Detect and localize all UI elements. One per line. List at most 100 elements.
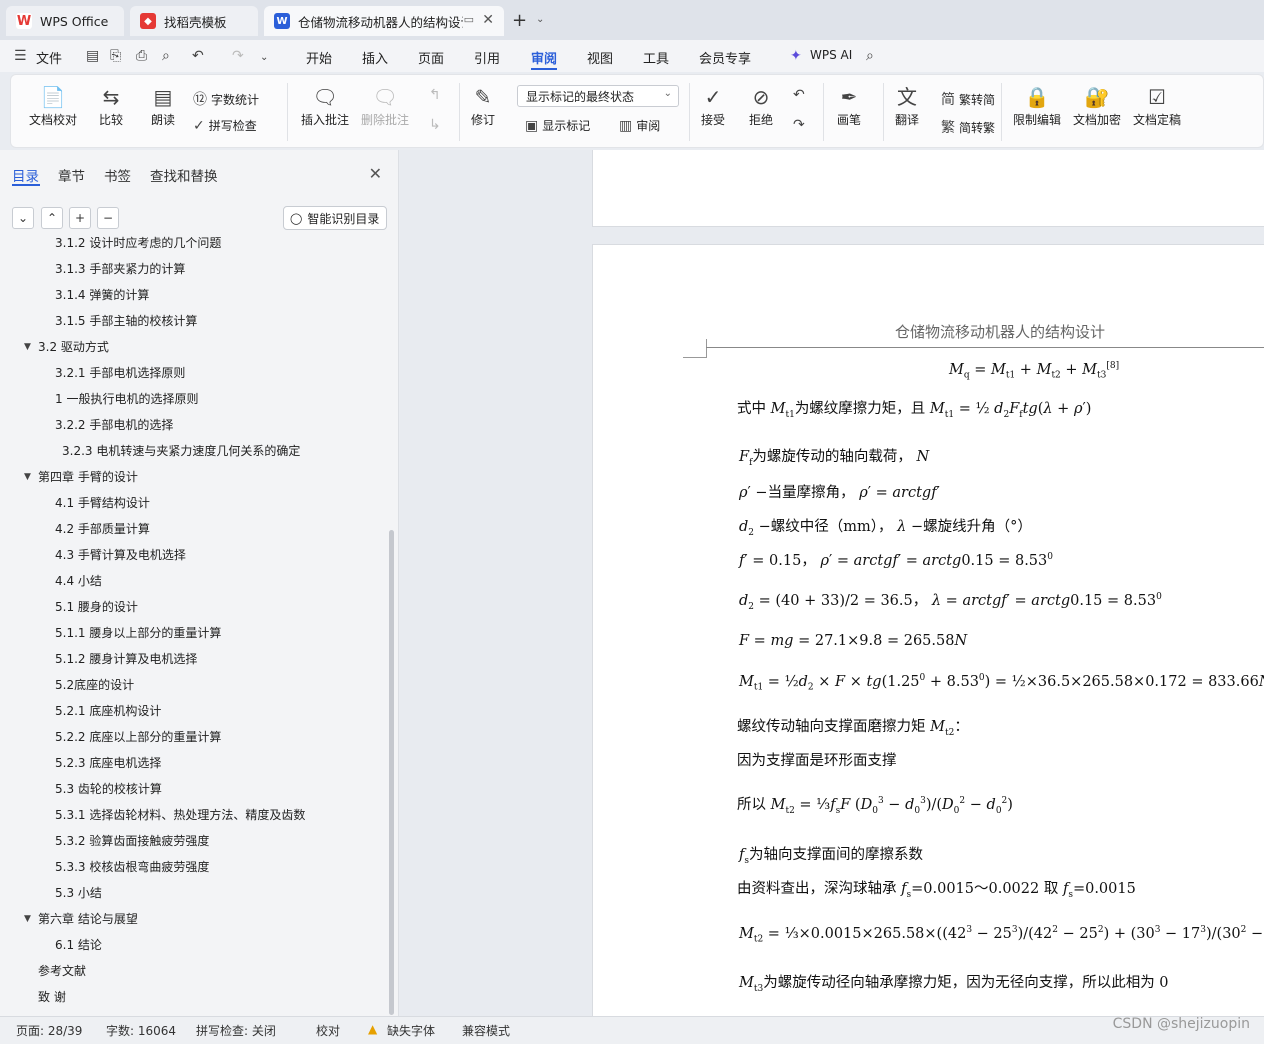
read-aloud-button[interactable]: ▤ 朗读 [151, 83, 175, 128]
word-count-button[interactable]: ⑫ 字数统计 [193, 89, 259, 109]
toc-item[interactable]: 6.1 结论 [55, 936, 102, 954]
toc-item[interactable]: 5.3.3 校核齿根弯曲疲劳强度 [55, 858, 209, 876]
menu-references[interactable]: 引用 [474, 48, 500, 67]
reject-button[interactable]: ⊘ 拒绝 [749, 83, 773, 128]
toc-item[interactable]: 5.3.2 验算齿面接触疲劳强度 [55, 832, 209, 850]
toc-item[interactable]: 5.2.3 底座电机选择 [55, 754, 161, 772]
save-icon[interactable]: ▤ [86, 48, 99, 64]
toc-item[interactable]: 致 谢 [38, 988, 66, 1006]
toc-item[interactable]: 3.2.3 电机转速与夹紧力速度几何关系的确定 [62, 442, 300, 460]
menu-insert[interactable]: 插入 [362, 48, 388, 67]
simp-to-trad-button[interactable]: 繁 简转繁 [941, 117, 995, 137]
translate-button[interactable]: 文 翻译 [895, 83, 919, 128]
show-markup-button[interactable]: ▣ 显示标记 [525, 117, 590, 134]
toc-item[interactable]: 3.1.4 弹簧的计算 [55, 286, 149, 304]
hamburger-icon[interactable]: ☰ [14, 48, 27, 64]
next-change-icon[interactable]: ↷ [793, 117, 805, 133]
tab-document[interactable]: W 仓储物流移动机器人的结构设计 ▭ ✕ [264, 6, 504, 36]
expand-arrow-icon[interactable]: ▼ [24, 342, 31, 352]
missing-font-indicator[interactable]: 缺失字体 [387, 1022, 435, 1039]
close-icon[interactable]: ✕ [369, 164, 382, 183]
expand-arrow-icon[interactable]: ▼ [24, 472, 31, 482]
toc-item[interactable]: 第四章 手臂的设计 [38, 468, 138, 486]
remove-heading-button[interactable]: − [97, 207, 119, 229]
finalize-button[interactable]: ☑ 文档定稿 [1133, 83, 1181, 128]
menu-page[interactable]: 页面 [418, 48, 444, 67]
chevron-down-icon[interactable]: ⌄ [260, 52, 268, 63]
review-pane-button[interactable]: ▥ 审阅 [619, 117, 660, 134]
accept-button[interactable]: ✓ 接受 [701, 83, 725, 128]
menu-review[interactable]: 审阅 [531, 48, 557, 67]
toc-item[interactable]: 5.1.2 腰身计算及电机选择 [55, 650, 197, 668]
menu-view[interactable]: 视图 [587, 48, 613, 67]
new-tab-icon[interactable]: + [512, 10, 527, 31]
close-tab-icon[interactable]: ✕ [482, 12, 494, 28]
expand-up-button[interactable]: ⌃ [41, 207, 63, 229]
tab-sections[interactable]: 章节 [58, 165, 85, 185]
collapse-button[interactable]: ⌄ [12, 207, 34, 229]
tab-find-replace[interactable]: 查找和替换 [150, 165, 218, 185]
compare-button[interactable]: ⇆ 比较 [99, 83, 123, 128]
toc-item[interactable]: 3.1.5 手部主轴的校核计算 [55, 312, 197, 330]
menu-wps-ai[interactable]: WPS AI [810, 48, 852, 62]
smart-toc-button[interactable]: ◯ 智能识别目录 [283, 206, 387, 230]
add-heading-button[interactable]: + [69, 207, 91, 229]
undo-icon[interactable]: ↶ [192, 48, 204, 64]
prev-comment-icon[interactable]: ↰ [429, 87, 441, 103]
encrypt-button[interactable]: 🔐 文档加密 [1073, 83, 1121, 128]
monitor-icon[interactable]: ▭ [464, 13, 474, 26]
tab-wps-office[interactable]: W WPS Office [6, 6, 124, 36]
menu-home[interactable]: 开始 [306, 48, 332, 67]
print-icon[interactable]: ⎙ [136, 48, 147, 64]
menu-tools[interactable]: 工具 [643, 48, 669, 67]
spell-check-button[interactable]: ✓ 拼写检查 [193, 117, 257, 134]
toc-item[interactable]: 5.1 腰身的设计 [55, 598, 138, 616]
redo-icon[interactable]: ↷ [232, 48, 244, 64]
toc-item[interactable]: 3.1.2 设计时应考虑的几个问题 [55, 234, 221, 252]
markup-state-select[interactable]: 显示标记的最终状态 ⌄ [517, 85, 679, 107]
compat-mode-indicator[interactable]: 兼容模式 [462, 1022, 510, 1039]
toc-item[interactable]: 5.2底座的设计 [55, 676, 134, 694]
toc-item[interactable]: 4.4 小结 [55, 572, 102, 590]
toc-item[interactable]: 4.2 手部质量计算 [55, 520, 150, 538]
spell-check-indicator[interactable]: 拼写检查: 关闭 [196, 1022, 276, 1039]
next-comment-icon[interactable]: ↳ [429, 117, 441, 133]
toc-item[interactable]: 第六章 结论与展望 [38, 910, 138, 928]
trad-to-simp-button[interactable]: 简 繁转简 [941, 89, 995, 109]
prev-change-icon[interactable]: ↶ [793, 87, 805, 103]
toc-item[interactable]: 4.1 手臂结构设计 [55, 494, 150, 512]
delete-comment-button[interactable]: 🗨 删除批注 [361, 83, 409, 128]
toc-item[interactable]: 5.1.1 腰身以上部分的重量计算 [55, 624, 221, 642]
doc-proof-button[interactable]: 📄 文档校对 [29, 83, 77, 128]
tab-template-store[interactable]: ◆ 找稻壳模板 [130, 6, 258, 36]
track-changes-button[interactable]: ✎ 修订 [471, 83, 495, 128]
toc-item[interactable]: 5.3 小结 [55, 884, 102, 902]
toc-item[interactable]: 3.2.1 手部电机选择原则 [55, 364, 185, 382]
toc-item[interactable]: 3.1.3 手部夹紧力的计算 [55, 260, 185, 278]
toc-item[interactable]: 4.3 手臂计算及电机选择 [55, 546, 186, 564]
toc-item[interactable]: 5.2.1 底座机构设计 [55, 702, 161, 720]
page-indicator[interactable]: 页面: 28/39 [16, 1022, 82, 1039]
toc-item[interactable]: 参考文献 [38, 962, 86, 980]
toc-item[interactable]: 5.3.1 选择齿轮材料、热处理方法、精度及齿数 [55, 806, 305, 824]
menu-member[interactable]: 会员专享 [699, 48, 751, 67]
document-canvas[interactable]: 仓储物流移动机器人的结构设计 Mq = Mt1 + Mt2 + Mt3[8] 式… [400, 150, 1264, 1016]
menu-file[interactable]: 文件 [36, 48, 62, 67]
toc-item[interactable]: 3.2.2 手部电机的选择 [55, 416, 173, 434]
tab-bookmarks[interactable]: 书签 [104, 165, 131, 185]
expand-arrow-icon[interactable]: ▼ [24, 914, 31, 924]
restrict-edit-button[interactable]: 🔒 限制编辑 [1013, 83, 1061, 128]
pen-button[interactable]: ✒ 画笔 [837, 83, 861, 128]
toc-item[interactable]: 3.2 驱动方式 [38, 338, 109, 356]
search-icon[interactable]: ⌕ [866, 48, 874, 64]
sidebar-scrollbar[interactable] [389, 530, 394, 1015]
tab-toc[interactable]: 目录 [12, 165, 39, 185]
insert-comment-button[interactable]: 🗨 插入批注 [301, 83, 349, 128]
toc-item[interactable]: 5.2.2 底座以上部分的重量计算 [55, 728, 221, 746]
print-preview-icon[interactable]: ⌕ [162, 48, 170, 64]
toc-item[interactable]: 5.3 齿轮的校核计算 [55, 780, 162, 798]
export-icon[interactable]: ⎘ [110, 48, 121, 64]
chevron-down-icon[interactable]: ⌄ [536, 14, 544, 25]
proof-indicator[interactable]: 校对 [316, 1022, 340, 1039]
word-count-indicator[interactable]: 字数: 16064 [106, 1022, 176, 1039]
